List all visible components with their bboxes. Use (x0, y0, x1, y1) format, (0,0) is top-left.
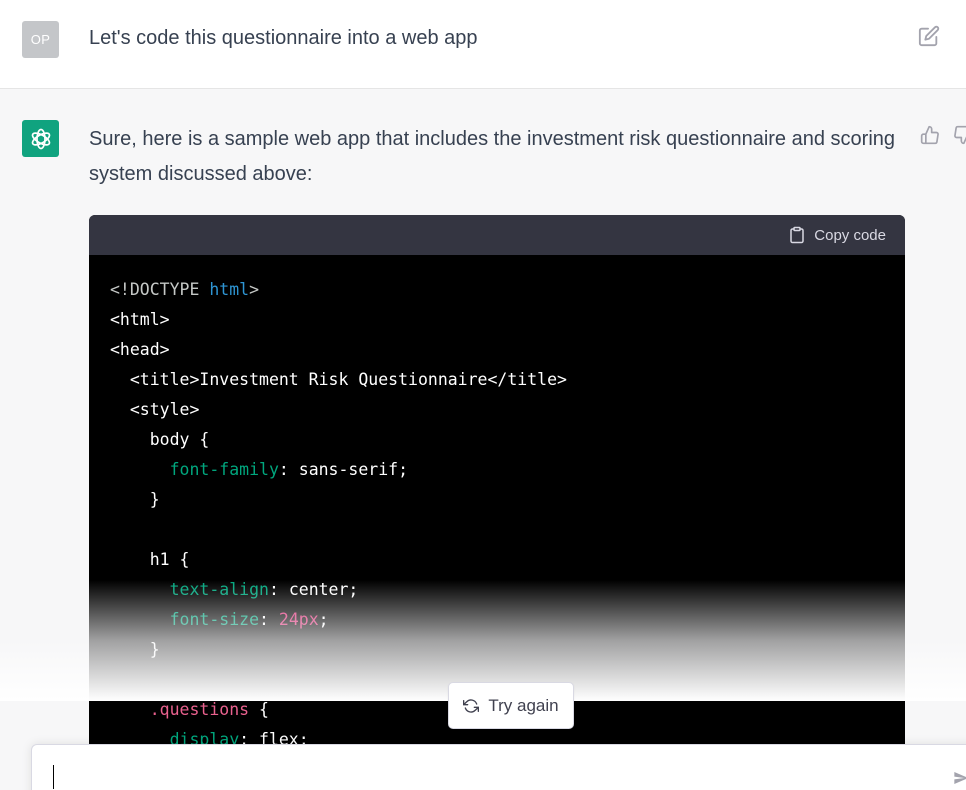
assistant-avatar (22, 120, 59, 157)
code-token: .questions (110, 700, 250, 719)
code-line: <style> (110, 400, 200, 419)
code-content: <!DOCTYPE html> <html> <head> <title>Inv… (89, 255, 905, 755)
code-line: font-family: sans-serif; (110, 460, 408, 479)
clipboard-icon (790, 226, 805, 244)
code-line: .questions { (110, 700, 269, 719)
code-line: } (110, 490, 160, 509)
code-line: <head> (110, 340, 170, 359)
thumbs-down-icon (954, 125, 966, 145)
code-token: > (249, 280, 260, 299)
code-line: <!DOCTYPE html> (110, 280, 259, 299)
user-avatar: OP (22, 21, 59, 58)
copy-code-label: Copy code (814, 226, 886, 244)
code-line: h1 { (110, 550, 190, 569)
code-token: html (209, 280, 250, 299)
code-token: <!DOCTYPE (110, 280, 210, 299)
refresh-icon (463, 698, 480, 713)
code-line: text-align: center; (110, 580, 359, 599)
user-message-row: OP Let's code this questionnaire into a … (0, 0, 966, 89)
code-line: body { (110, 430, 210, 449)
assistant-message-text: Sure, here is a sample web app that incl… (89, 128, 896, 185)
code-token: : center; (268, 580, 359, 599)
code-token: 24px (278, 610, 319, 629)
thumbs-up-icon (920, 125, 939, 145)
code-line: font-size: 24px; (110, 610, 329, 629)
code-token: ; (318, 610, 329, 629)
code-line: <html> (110, 310, 170, 329)
thumbs-down-button[interactable] (953, 125, 966, 145)
edit-icon (918, 25, 940, 47)
code-block: Copy code <!DOCTYPE html> <html> <head> … (89, 215, 905, 755)
thumbs-up-button[interactable] (920, 125, 940, 145)
copy-code-button[interactable]: Copy code (788, 226, 886, 244)
send-icon (954, 772, 966, 784)
code-token: : sans-serif; (278, 460, 409, 479)
code-token: { (249, 700, 269, 719)
code-token: : (259, 610, 279, 629)
try-again-label: Try again (488, 695, 559, 715)
user-message-text: Let's code this questionnaire into a web… (89, 27, 478, 49)
try-again-button[interactable]: Try again (448, 682, 574, 729)
edit-message-button[interactable] (918, 25, 940, 47)
code-line: <title>Investment Risk Questionnaire</ti… (110, 370, 567, 389)
code-token: font-size (110, 610, 260, 629)
text-caret (53, 765, 54, 789)
send-button[interactable] (953, 770, 966, 786)
code-line: } (110, 640, 160, 659)
code-token: font-family (110, 460, 279, 479)
message-input[interactable] (31, 744, 966, 790)
openai-logo-icon (31, 128, 50, 149)
code-token: text-align (110, 580, 269, 599)
user-avatar-initials: OP (30, 32, 51, 47)
code-block-header: Copy code (89, 215, 905, 255)
